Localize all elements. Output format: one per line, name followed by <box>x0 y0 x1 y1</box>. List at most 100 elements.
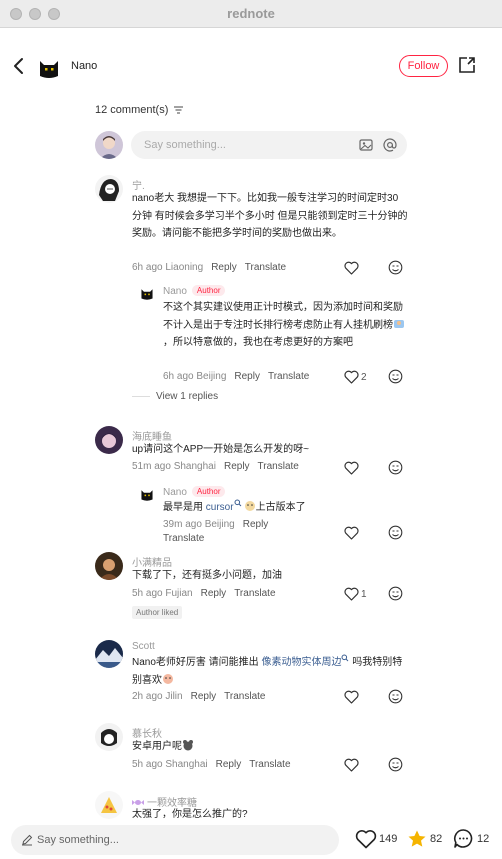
reply-meta: Translate <box>163 533 204 544</box>
emoji-react-icon[interactable] <box>388 757 403 772</box>
emoji-icon <box>163 673 173 684</box>
avatar[interactable] <box>95 640 123 668</box>
mention-icon[interactable] <box>383 138 397 152</box>
emoji-icon <box>394 319 404 328</box>
reply-text: 不这个其实建议使用正计时模式，因为添加时间和奖励不计入是出于专注时长排行榜考虑防… <box>163 299 407 352</box>
reply-username: Nano Author <box>163 285 226 297</box>
avatar[interactable] <box>139 486 155 502</box>
emoji-react-icon[interactable] <box>388 369 403 384</box>
heart-icon[interactable] <box>344 758 359 772</box>
author-badge: Author <box>191 285 226 296</box>
comment-button[interactable]: 12 <box>453 826 493 852</box>
avatar[interactable] <box>95 723 123 751</box>
translate-button[interactable]: Translate <box>224 691 265 702</box>
collect-count: 82 <box>430 833 443 845</box>
search-link[interactable]: 像素动物实体周边 <box>261 657 341 668</box>
emoji-react-icon[interactable] <box>388 260 403 275</box>
like-count: 2 <box>361 372 367 383</box>
heart-icon[interactable] <box>344 261 359 275</box>
reply-username-label[interactable]: Nano <box>163 286 187 297</box>
comment-meta: 2h ago Jilin Reply Translate <box>132 691 266 702</box>
pen-icon <box>22 834 33 846</box>
avatar[interactable] <box>36 54 62 80</box>
emoji-icon <box>183 740 193 751</box>
view-replies-button[interactable]: View 1 replies <box>132 391 218 402</box>
bottom-bar: Say something... 149 82 12 <box>0 820 502 859</box>
comment-time-location: 6h ago Liaoning <box>132 262 204 273</box>
comment-meta: 6h ago Liaoning Reply Translate <box>132 262 286 273</box>
reply-text-part: 不这个其实建议使用正计时模式，因为添加时间和奖励不计入是出于专注时长排行榜考虑防… <box>163 302 403 331</box>
comment-text: up请问这个APP一开始是怎么开发的呀~ <box>132 444 309 455</box>
bottom-comment-input[interactable]: Say something... <box>11 825 339 855</box>
view-replies-label: View 1 replies <box>156 391 219 402</box>
like-button[interactable]: 149 <box>355 826 401 852</box>
heart-icon[interactable] <box>344 461 359 475</box>
reply-button[interactable]: Reply <box>211 262 237 273</box>
translate-button[interactable]: Translate <box>249 759 290 770</box>
search-link[interactable]: cursor <box>206 502 234 513</box>
translate-button[interactable]: Translate <box>234 588 275 599</box>
heart-icon[interactable] <box>344 526 359 540</box>
window-titlebar: rednote <box>0 0 502 28</box>
reply-button[interactable]: Reply <box>234 371 260 382</box>
avatar[interactable] <box>95 426 123 454</box>
follow-button[interactable]: Follow <box>399 55 448 77</box>
image-icon[interactable] <box>359 138 373 152</box>
reply-meta: 39m ago Beijing Reply <box>163 519 268 530</box>
heart-icon[interactable] <box>344 690 359 704</box>
reply-meta: 6h ago Beijing Reply Translate <box>163 371 309 382</box>
share-icon[interactable] <box>458 56 476 74</box>
comment-time-location: 5h ago Shanghai <box>132 759 208 770</box>
comment-username[interactable]: Scott <box>132 641 155 652</box>
translate-button[interactable]: Translate <box>258 461 299 472</box>
comment-count-label: 12 comment(s) <box>95 104 169 116</box>
heart-icon[interactable] <box>344 587 359 601</box>
translate-button[interactable]: Translate <box>245 262 286 273</box>
reply-username: Nano Author <box>163 486 226 498</box>
comment-time-location: 51m ago Shanghai <box>132 461 216 472</box>
reply-button[interactable]: Reply <box>224 461 250 472</box>
post-header: Nano Follow <box>0 28 502 104</box>
back-icon[interactable] <box>10 56 28 76</box>
comment-meta: 51m ago Shanghai Reply Translate <box>132 461 299 472</box>
heart-icon <box>355 830 377 849</box>
translate-button[interactable]: Translate <box>268 371 309 382</box>
avatar[interactable] <box>139 285 155 301</box>
reply-button[interactable]: Reply <box>191 691 217 702</box>
heart-icon[interactable] <box>344 370 359 384</box>
collect-button[interactable]: 82 <box>407 826 447 852</box>
bottom-input-placeholder: Say something... <box>37 834 119 846</box>
reply-button[interactable]: Reply <box>243 519 269 530</box>
emoji-react-icon[interactable] <box>388 689 403 704</box>
reply-username-label[interactable]: Nano <box>163 487 187 498</box>
avatar[interactable] <box>95 175 123 203</box>
comment-text: Nano老师好厉害 请问能推出 像素动物实体周边 吗我特别特别喜欢 <box>132 654 408 689</box>
comment-text-part: 安卓用户呢 <box>132 741 182 752</box>
search-icon <box>234 499 241 507</box>
author-liked-tag: Author liked <box>132 606 183 619</box>
avatar[interactable] <box>95 791 123 819</box>
comment-text: nano老大 我想提一下下。比如我一般专注学习的时间定时30分钟 有时候会多学习… <box>132 193 408 239</box>
emoji-icon <box>244 501 255 511</box>
app-title: rednote <box>227 6 275 21</box>
sort-icon[interactable] <box>174 106 184 114</box>
comment-icon <box>454 829 473 848</box>
reply-button[interactable]: Reply <box>201 588 227 599</box>
reply-text-part: 上古版本了 <box>255 502 306 513</box>
translate-button[interactable]: Translate <box>163 533 204 544</box>
comment-text: 下载了下，还有挺多小问题，加油 <box>132 570 282 581</box>
emoji-react-icon[interactable] <box>388 525 403 540</box>
comment-time-location: 2h ago Jilin <box>132 691 183 702</box>
comment-input[interactable]: Say something... <box>131 131 407 159</box>
comment-text-part: Nano老师好厉害 请问能推出 <box>132 657 262 668</box>
comment-meta: 5h ago Shanghai Reply Translate <box>132 759 291 770</box>
comment-input-placeholder: Say something... <box>144 139 226 151</box>
author-name[interactable]: Nano <box>71 60 97 72</box>
comment-text: 安卓用户呢 <box>132 738 408 756</box>
avatar[interactable] <box>95 552 123 580</box>
emoji-react-icon[interactable] <box>388 460 403 475</box>
emoji-react-icon[interactable] <box>388 586 403 601</box>
like-count: 1 <box>361 589 367 600</box>
reply-text-part: ，所以特意做的，我也在考虑更好的方案吧 <box>163 337 353 348</box>
reply-button[interactable]: Reply <box>216 759 242 770</box>
